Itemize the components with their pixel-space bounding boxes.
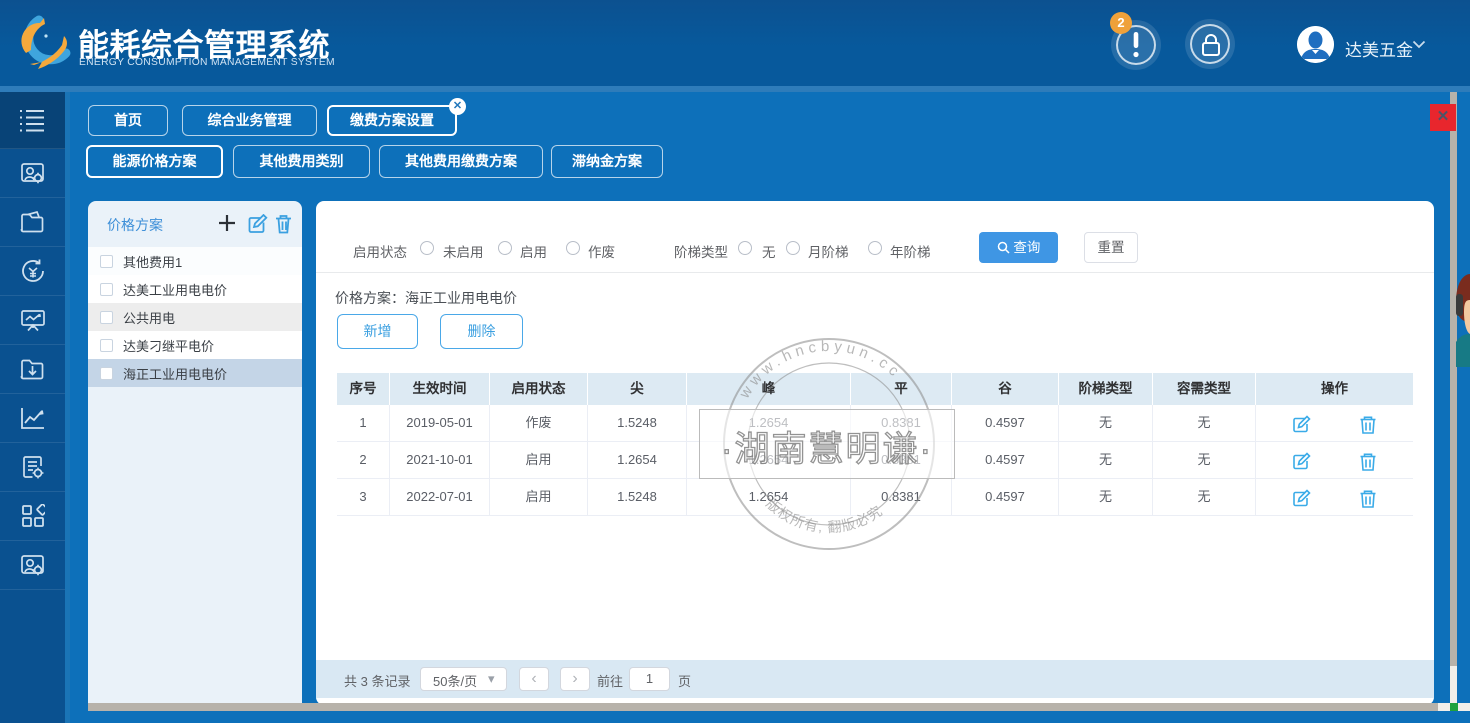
svg-text:www.hncbyun.cc: www.hncbyun.cc — [736, 338, 906, 402]
svg-text:版权所有, 翻版必究: 版权所有, 翻版必究 — [763, 495, 885, 535]
